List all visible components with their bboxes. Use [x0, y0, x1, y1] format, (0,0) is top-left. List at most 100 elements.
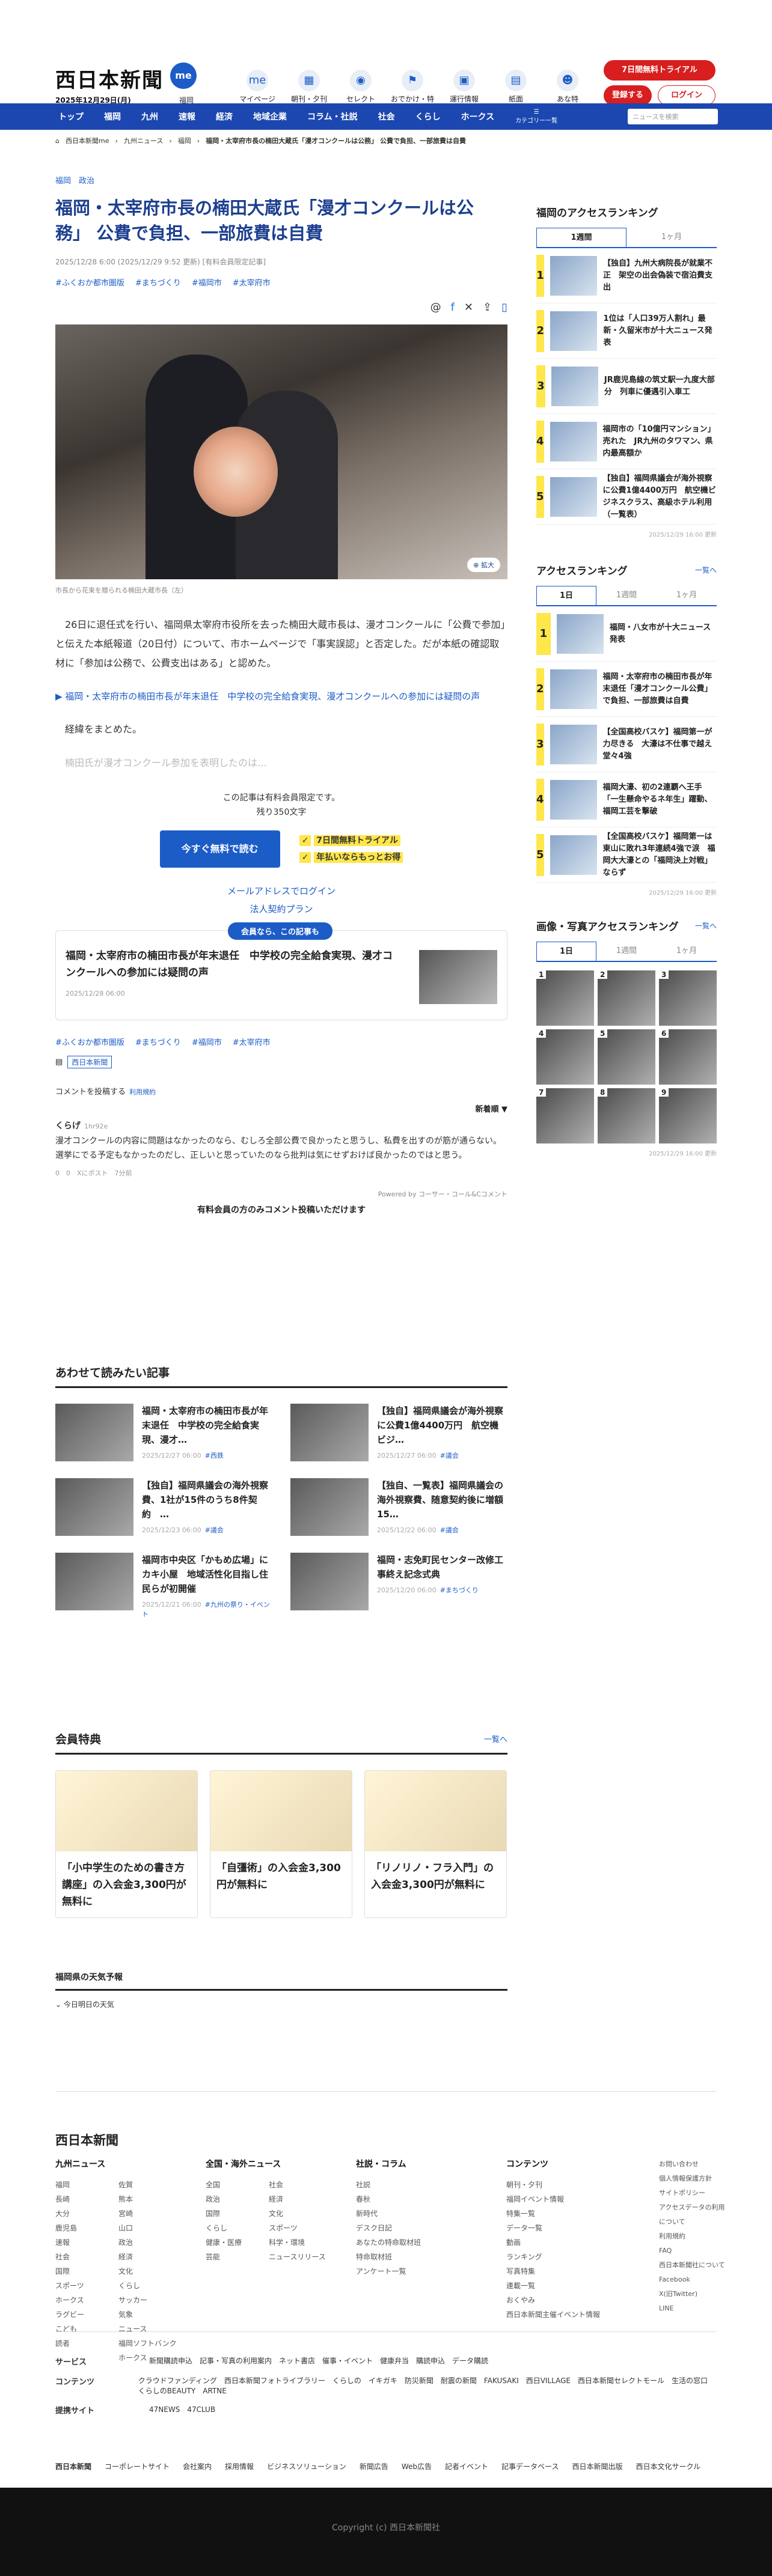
footer-link[interactable]: サッカー [118, 2293, 182, 2307]
weather-sub[interactable]: ⌄ 今日明日の天気 [55, 1999, 507, 2009]
footer-logo[interactable]: 西日本新聞 [55, 2131, 118, 2149]
nav-local-business[interactable]: 地域企業 [243, 111, 297, 123]
footer-link[interactable]: 連載一覧 [506, 2279, 633, 2293]
footer-link[interactable]: 政治 [118, 2235, 182, 2250]
footer-side-link[interactable]: サイトポリシー [659, 2186, 725, 2200]
footer-link[interactable]: 健康・医療 [206, 2235, 269, 2250]
photo-ranking-item[interactable]: 4 [536, 1029, 594, 1085]
related-item[interactable]: 【独自】福岡県議会の海外視察費、1社が15件のうち8件契約 … 2025/12/2… [55, 1478, 272, 1538]
facebook-icon[interactable]: f [451, 301, 455, 314]
photo-ranking-item[interactable]: 9 [659, 1088, 717, 1143]
nav-top[interactable]: トップ [48, 111, 94, 123]
footer-link[interactable]: 国際 [55, 2264, 118, 2279]
footer-link[interactable]: 文化 [118, 2264, 182, 2279]
tab-1week[interactable]: 1週間 [536, 228, 626, 247]
tab-1day[interactable]: 1日 [536, 586, 596, 605]
footer-bottom-link[interactable]: コーポレートサイト [105, 2461, 170, 2471]
footer-link[interactable]: ランキング [506, 2250, 633, 2264]
corporate-plan-link[interactable]: 法人契約プラン [55, 900, 507, 918]
comment-actions[interactable]: 0 0 Xにポスト 7分前 [55, 1166, 507, 1181]
nav-breaking[interactable]: 速報 [168, 111, 206, 123]
tab-1month[interactable]: 1ヶ月 [657, 942, 717, 961]
footer-link[interactable]: 社会 [269, 2178, 332, 2192]
perk-card[interactable]: 「リノリノ・フラ入門」の入会金3,300円が無料に [364, 1770, 507, 1918]
footer-row-links[interactable]: クラウドファンディング 西日本新聞フォトライブラリー くらしの イキガキ 防災新… [138, 2375, 717, 2396]
footer-link[interactable]: 特集一覧 [506, 2206, 633, 2221]
source-badge[interactable]: 西日本新聞 [67, 1056, 112, 1068]
footer-link[interactable]: 特命取材班 [356, 2250, 482, 2264]
footer-link[interactable]: 経済 [118, 2250, 182, 2264]
breadcrumb-item[interactable]: 西日本新聞me [66, 136, 109, 145]
photo-ranking-item[interactable]: 8 [598, 1088, 655, 1143]
mail-login-link[interactable]: メールアドレスでログイン [55, 882, 507, 900]
footer-bottom-link[interactable]: ビジネスソリューション [267, 2461, 346, 2471]
tab-1month[interactable]: 1ヶ月 [657, 586, 717, 605]
perks-more-link[interactable]: 一覧へ [484, 1733, 507, 1744]
footer-bottom-link[interactable]: 採用情報 [225, 2461, 254, 2471]
footer-link[interactable]: 速報 [55, 2235, 118, 2250]
share-icon[interactable]: ⇪ [483, 301, 492, 314]
footer-link[interactable]: 新時代 [356, 2206, 482, 2221]
site-logo[interactable]: 西日本新聞 [55, 64, 164, 93]
nav-economy[interactable]: 経済 [206, 111, 243, 123]
x-icon[interactable]: ✕ [464, 301, 473, 314]
footer-link[interactable]: 鹿児島 [55, 2221, 118, 2235]
footer-link[interactable]: 福岡 [55, 2178, 118, 2192]
footer-link[interactable]: 宮崎 [118, 2206, 182, 2221]
footer-link[interactable]: 動画 [506, 2235, 633, 2250]
footer-bottom-link[interactable]: Web広告 [402, 2461, 432, 2471]
perk-card[interactable]: 「自彊術」の入会金3,300円が無料に [210, 1770, 352, 1918]
footer-link[interactable]: デスク日記 [356, 2221, 482, 2235]
footer-side-link[interactable]: 個人情報保護方針 [659, 2172, 725, 2186]
comment-sort[interactable]: 新着順 ▼ [55, 1103, 507, 1114]
related-item[interactable]: 【独自】福岡県議会が海外視察に公費1億4400万円 航空機ビジ… 2025/12/… [290, 1404, 507, 1464]
threads-icon[interactable]: @ [430, 301, 441, 314]
footer-link[interactable]: 西日本新聞主催イベント情報 [506, 2307, 633, 2322]
footer-link[interactable]: スポーツ [55, 2279, 118, 2293]
footer-link[interactable]: 国際 [206, 2206, 269, 2221]
footer-side-link[interactable]: LINE [659, 2301, 725, 2316]
zoom-button[interactable]: ⊕ 拡大 [467, 558, 500, 572]
ranking-item[interactable]: 2 1位は「人口39万人割れ」最新・久留米市が十大ニュース発表 [536, 303, 717, 359]
footer-link[interactable]: データ一覧 [506, 2221, 633, 2235]
footer-link[interactable]: 春秋 [356, 2192, 482, 2206]
footer-side-link[interactable]: X(旧Twitter) [659, 2287, 725, 2301]
footer-side-link[interactable]: Facebook [659, 2273, 725, 2287]
member-article-title[interactable]: 福岡・太宰府市の楠田市長が年末退任 中学校の完全給食実現、漫才コンクールへの参加… [66, 948, 402, 981]
ranking-item[interactable]: 5 【独自】福岡県議会が海外視察に公費1億4400万円 航空機ビジネスクラス、高級… [536, 469, 717, 525]
footer-link[interactable]: くらし [206, 2221, 269, 2235]
footer-link[interactable]: こども [55, 2322, 118, 2336]
nav-life[interactable]: くらし [405, 111, 451, 123]
nav-kyushu[interactable]: 九州 [131, 111, 168, 123]
footer-bottom-logo[interactable]: 西日本新聞 [55, 2461, 91, 2471]
footer-bottom-link[interactable]: 記事データベース [501, 2461, 559, 2471]
login-button[interactable]: ログイン [658, 85, 715, 106]
ranking-item[interactable]: 5 【全国高校バスケ】福岡第一は東山に敗れ3年連続4強で涙 福岡大大濠との「福岡決… [536, 827, 717, 883]
footer-link[interactable]: 長崎 [55, 2192, 118, 2206]
tag-link[interactable]: #ふくおか都市圏版 [55, 1036, 124, 1047]
footer-link[interactable]: ラグビー [55, 2307, 118, 2322]
ranking-item[interactable]: 1 【独自】九州大病院長が就業不正 架空の出会偽装で宿泊費支出 [536, 248, 717, 303]
footer-link[interactable]: 朝刊・夕刊 [506, 2178, 633, 2192]
footer-link[interactable]: あなたの特命取材班 [356, 2235, 482, 2250]
footer-bottom-link[interactable]: 記者イベント [445, 2461, 488, 2471]
related-link[interactable]: ▶ 福岡・太宰府市の楠田市長が年末退任 中学校の完全給食実現、漫才コンクールへの… [55, 687, 507, 705]
footer-link[interactable]: 芸能 [206, 2250, 269, 2264]
footer-link[interactable]: おくやみ [506, 2293, 633, 2307]
footer-link[interactable]: アンケート一覧 [356, 2264, 482, 2279]
nav-fukuoka[interactable]: 福岡 [94, 111, 131, 123]
breadcrumb-home-icon[interactable]: ⌂ [55, 137, 60, 145]
tab-1week[interactable]: 1週間 [596, 942, 657, 961]
footer-bottom-link[interactable]: 会社案内 [183, 2461, 212, 2471]
photo-ranking-item[interactable]: 1 [536, 970, 594, 1026]
trial-button[interactable]: 7日間無料トライアル [604, 60, 715, 81]
footer-link[interactable]: ホークス [55, 2293, 118, 2307]
perk-card[interactable]: 「小中学生のための書き方講座」の入会金3,300円が無料に [55, 1770, 198, 1918]
tab-1week[interactable]: 1週間 [596, 586, 657, 605]
photo-ranking-item[interactable]: 2 [598, 970, 655, 1026]
footer-link[interactable]: 福岡イベント情報 [506, 2192, 633, 2206]
tag-link[interactable]: #太宰府市 [233, 276, 271, 288]
footer-side-link[interactable]: FAQ [659, 2244, 725, 2258]
member-article-thumbnail[interactable] [419, 950, 497, 1004]
photo-ranking-item[interactable]: 3 [659, 970, 717, 1026]
